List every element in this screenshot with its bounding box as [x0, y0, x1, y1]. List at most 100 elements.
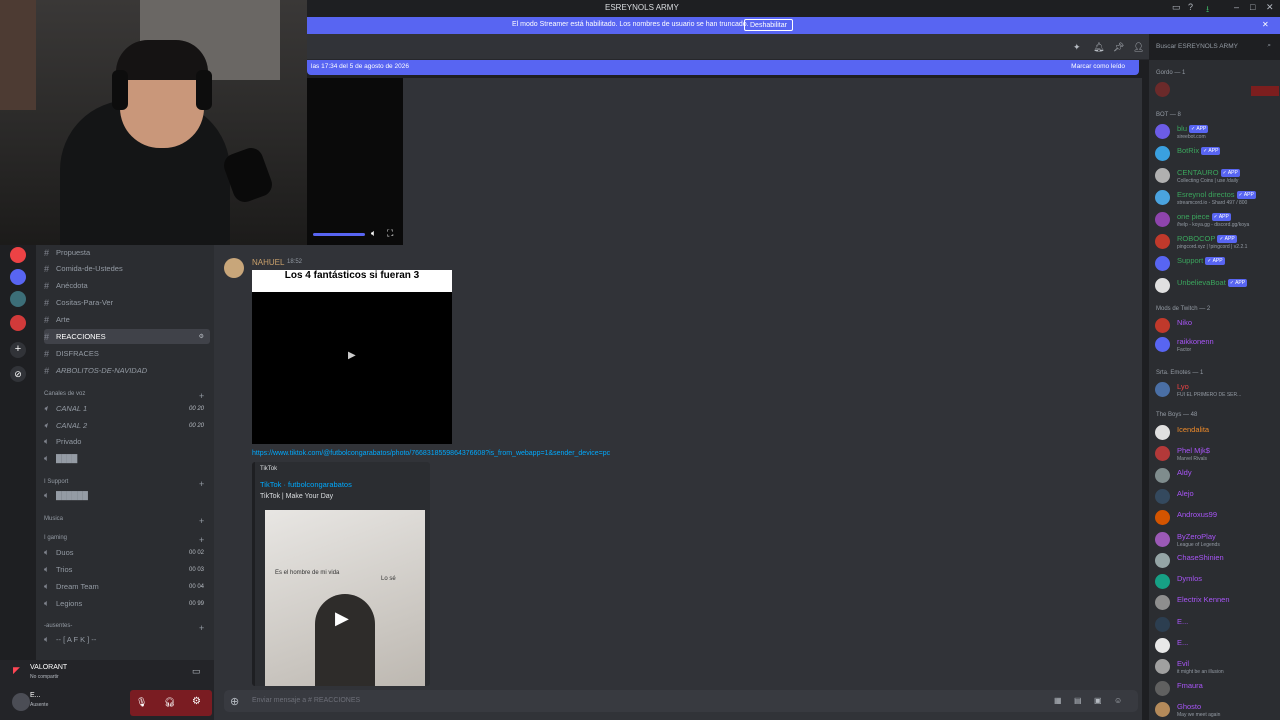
- gif-icon[interactable]: ▤: [1074, 696, 1082, 705]
- volume-icon[interactable]: 🔈︎: [371, 228, 376, 239]
- channel-item[interactable]: # Arte: [44, 312, 210, 327]
- channel-item[interactable]: # Cositas-Para-Ver: [44, 295, 210, 310]
- member-item[interactable]: Fmaura: [1155, 679, 1279, 699]
- close-icon[interactable]: ✕: [1266, 2, 1274, 13]
- members-icon[interactable]: 👤︎: [1133, 42, 1144, 53]
- member-status: Collecting Coins | use /daily: [1177, 178, 1239, 184]
- member-item[interactable]: Evil it might be an illusion: [1155, 657, 1279, 677]
- mic-icon[interactable]: 🎙︎: [136, 697, 147, 708]
- channel-item-active[interactable]: # REACCIONES ⚙: [44, 329, 210, 344]
- video-progress[interactable]: [313, 233, 365, 236]
- avatar[interactable]: [12, 693, 30, 711]
- member-item[interactable]: one piece ✓ APP/help - koya.gg - discord.…: [1155, 210, 1279, 230]
- member-item[interactable]: ROBOCOP ✓ APP pingcord.xyz | !pingcord | v…: [1155, 232, 1279, 252]
- server-icon[interactable]: [10, 291, 26, 307]
- add-channel-icon[interactable]: +: [199, 516, 204, 526]
- member-item[interactable]: Aldy: [1155, 466, 1279, 486]
- add-channel-icon[interactable]: +: [199, 391, 204, 401]
- member-item[interactable]: Esreynol directos ✓ APP streamcord.io - Sh…: [1155, 188, 1279, 208]
- mark-read-button[interactable]: Marcar como leído: [1071, 63, 1125, 70]
- member-item[interactable]: Support ✓ APP: [1155, 254, 1279, 274]
- pin-icon[interactable]: 📌︎: [1113, 42, 1124, 53]
- category-away[interactable]: -ausentes- +: [44, 623, 204, 633]
- member-item[interactable]: Electrix Kennen: [1155, 593, 1279, 613]
- member-item[interactable]: Ghosto May we meet again: [1155, 700, 1279, 720]
- explore-icon[interactable]: ⊘: [10, 366, 26, 382]
- inbox-icon[interactable]: ▭: [1172, 2, 1181, 13]
- member-item[interactable]: Niko: [1155, 316, 1279, 336]
- play-icon[interactable]: ▶: [348, 350, 356, 361]
- member-item[interactable]: raikkonenn Factor: [1155, 335, 1279, 355]
- message-author[interactable]: NAHUEL: [252, 258, 284, 267]
- member-item[interactable]: Phel Mjk$ Marvel Rivals: [1155, 444, 1279, 464]
- settings-icon[interactable]: ⚙: [199, 333, 204, 340]
- sticker-icon[interactable]: ▣: [1094, 696, 1102, 705]
- member-item[interactable]: CENTAURO ✓ APP Collecting Coins | use /dai…: [1155, 166, 1279, 186]
- member-item[interactable]: blu ✓ APP sireebot.com: [1155, 122, 1279, 142]
- member-item[interactable]: BotRix ✓ APP: [1155, 144, 1279, 164]
- category-support[interactable]: I Support +: [44, 479, 204, 489]
- threads-icon[interactable]: ✦: [1073, 42, 1081, 53]
- voice-channel[interactable]: 🔈︎ CANAL 2 00 20: [44, 418, 210, 433]
- member-item[interactable]: Icendalita: [1155, 423, 1279, 443]
- banner-close-icon[interactable]: ✕: [1262, 20, 1269, 29]
- channel-item[interactable]: # Comida-de-Ustedes: [44, 261, 210, 276]
- video-player[interactable]: 🔈︎ ⛶: [307, 78, 403, 245]
- server-icon[interactable]: [10, 315, 26, 331]
- member-item[interactable]: ByZeroPlay League of Legends: [1155, 530, 1279, 550]
- voice-channel[interactable]: 🔈︎ ████: [44, 451, 210, 466]
- maximize-icon[interactable]: □: [1250, 2, 1255, 12]
- channel-item[interactable]: # DISFRACES: [44, 346, 210, 361]
- add-server-icon[interactable]: +: [10, 342, 26, 358]
- play-icon[interactable]: ▶: [335, 608, 349, 629]
- tiktok-link[interactable]: https://www.tiktok.com/@futbolcongarabat…: [252, 450, 610, 457]
- voice-channel[interactable]: 🔈︎ Trios 00 03: [44, 562, 210, 577]
- channel-item[interactable]: # Anécdota: [44, 278, 210, 293]
- minimize-icon[interactable]: –: [1234, 2, 1239, 12]
- voice-channel[interactable]: 🔈︎ Legions 00 99: [44, 596, 210, 611]
- channel-item[interactable]: # ARBOLITOS-DE-NAVIDAD: [44, 363, 210, 378]
- avatar[interactable]: [224, 258, 244, 278]
- user-name[interactable]: E...: [30, 692, 41, 699]
- voice-channel[interactable]: 🔈︎ Duos 00 02: [44, 545, 210, 560]
- message-input[interactable]: ⊕ Enviar mensaje a # REACCIONES ▦ ▤ ▣ ☺: [224, 690, 1138, 712]
- download-icon[interactable]: ⭳: [1206, 2, 1209, 18]
- member-item[interactable]: Lyo FUI EL PRIMERO DE SER...: [1155, 380, 1279, 400]
- help-icon[interactable]: ?: [1188, 2, 1193, 12]
- add-channel-icon[interactable]: +: [199, 535, 204, 545]
- embed-image[interactable]: Es el hombre de mi vida Lo sé ▶: [265, 510, 425, 686]
- member-item[interactable]: Androxus99: [1155, 508, 1279, 528]
- channel-item[interactable]: # Propuesta: [44, 245, 210, 260]
- member-item[interactable]: ChaseShinien: [1155, 551, 1279, 571]
- gift-icon[interactable]: ▦: [1054, 696, 1062, 705]
- member-item[interactable]: E...: [1155, 615, 1279, 635]
- bell-icon[interactable]: 🔔︎: [1093, 42, 1104, 53]
- member-item[interactable]: Dymlos: [1155, 572, 1279, 592]
- category-gaming[interactable]: I gaming +: [44, 535, 204, 545]
- voice-channel[interactable]: 🔈︎ CANAL 1 00 20: [44, 401, 210, 416]
- voice-channel[interactable]: 🔈︎ Dream Team 00 04: [44, 579, 210, 594]
- support-channel[interactable]: 🔈︎ ██████: [44, 488, 210, 503]
- fullscreen-icon[interactable]: ⛶: [387, 228, 393, 239]
- headphones-icon[interactable]: 🎧︎: [164, 697, 175, 708]
- attach-icon[interactable]: ⊕: [230, 695, 239, 708]
- server-icon[interactable]: [10, 269, 26, 285]
- disable-streamer-button[interactable]: Deshabilitar: [744, 19, 793, 31]
- gear-icon[interactable]: ⚙: [192, 696, 201, 707]
- embed-title[interactable]: TikTok · futbolcongarabatos: [260, 480, 352, 489]
- category-music[interactable]: Musica +: [44, 516, 204, 526]
- member-item[interactable]: [1155, 80, 1279, 100]
- afk-channel[interactable]: 🔈︎ -- [ A F K ] --: [44, 632, 210, 647]
- search-input[interactable]: Buscar ESREYNOLS ARMY ⌕: [1150, 38, 1276, 56]
- member-name: ROBOCOP ✓ APP: [1177, 234, 1237, 243]
- new-messages-bar[interactable]: las 17:34 del 5 de agosto de 2026 Marcar…: [307, 60, 1139, 75]
- server-icon[interactable]: [10, 247, 26, 263]
- voice-channel[interactable]: 🔈︎ Privado: [44, 434, 210, 449]
- member-item[interactable]: E...: [1155, 636, 1279, 656]
- emoji-icon[interactable]: ☺: [1114, 696, 1122, 705]
- member-item[interactable]: Alejo: [1155, 487, 1279, 507]
- tiktok-video[interactable]: Los 4 fantásticos si fueran 3 ▶: [252, 270, 452, 444]
- member-item[interactable]: UnbelievaBoat ✓ APP: [1155, 276, 1279, 296]
- category-voice[interactable]: Canales de voz +: [44, 391, 204, 401]
- screen-share-icon[interactable]: ▭: [192, 666, 201, 677]
